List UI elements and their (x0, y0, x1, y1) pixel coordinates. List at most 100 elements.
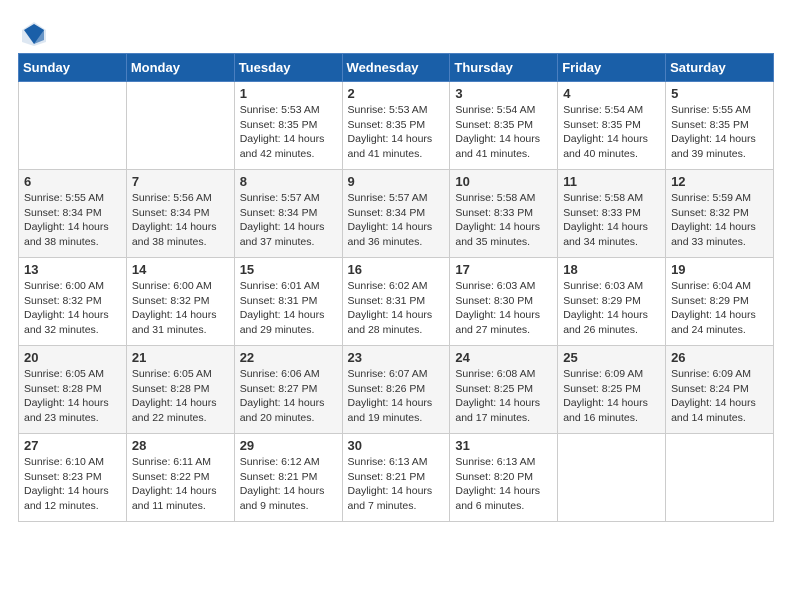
cell-day-number: 18 (563, 262, 660, 277)
calendar-cell: 13 Sunrise: 6:00 AMSunset: 8:32 PMDayligh… (19, 258, 127, 346)
calendar-cell: 26 Sunrise: 6:09 AMSunset: 8:24 PMDayligh… (666, 346, 774, 434)
cell-info: Sunrise: 6:00 AMSunset: 8:32 PMDaylight:… (132, 279, 229, 338)
cell-info: Sunrise: 6:05 AMSunset: 8:28 PMDaylight:… (132, 367, 229, 426)
cell-day-number: 16 (348, 262, 445, 277)
header (10, 10, 782, 53)
calendar-cell: 30 Sunrise: 6:13 AMSunset: 8:21 PMDayligh… (342, 434, 450, 522)
cell-info: Sunrise: 6:11 AMSunset: 8:22 PMDaylight:… (132, 455, 229, 514)
calendar-cell: 29Sunrise: 6:12 AMSunset: 8:21 PMDayligh… (234, 434, 342, 522)
cell-day-number: 4 (563, 86, 660, 101)
logo-icon (20, 20, 48, 48)
calendar-cell: 18 Sunrise: 6:03 AMSunset: 8:29 PMDayligh… (558, 258, 666, 346)
calendar-cell: 9Sunrise: 5:57 AMSunset: 8:34 PMDaylight… (342, 170, 450, 258)
cell-day-number: 11 (563, 174, 660, 189)
cell-day-number: 24 (455, 350, 552, 365)
weekday-header-wednesday: Wednesday (342, 54, 450, 82)
calendar-cell (558, 434, 666, 522)
calendar-week-1: 1 Sunrise: 5:53 AMSunset: 8:35 PMDaylight… (19, 82, 774, 170)
calendar-cell: 22Sunrise: 6:06 AMSunset: 8:27 PMDayligh… (234, 346, 342, 434)
cell-day-number: 20 (24, 350, 121, 365)
cell-info: Sunrise: 5:58 AMSunset: 8:33 PMDaylight:… (563, 191, 660, 250)
cell-info: Sunrise: 6:03 AMSunset: 8:30 PMDaylight:… (455, 279, 552, 338)
calendar-cell: 14Sunrise: 6:00 AMSunset: 8:32 PMDayligh… (126, 258, 234, 346)
weekday-header-tuesday: Tuesday (234, 54, 342, 82)
calendar-cell: 21 Sunrise: 6:05 AMSunset: 8:28 PMDayligh… (126, 346, 234, 434)
calendar-header: SundayMondayTuesdayWednesdayThursdayFrid… (19, 54, 774, 82)
calendar-week-5: 27Sunrise: 6:10 AMSunset: 8:23 PMDayligh… (19, 434, 774, 522)
cell-day-number: 1 (240, 86, 337, 101)
calendar-cell (666, 434, 774, 522)
cell-day-number: 23 (348, 350, 445, 365)
cell-day-number: 27 (24, 438, 121, 453)
cell-info: Sunrise: 6:06 AMSunset: 8:27 PMDaylight:… (240, 367, 337, 426)
cell-day-number: 21 (132, 350, 229, 365)
calendar-cell: 20 Sunrise: 6:05 AMSunset: 8:28 PMDayligh… (19, 346, 127, 434)
cell-day-number: 25 (563, 350, 660, 365)
cell-day-number: 9 (348, 174, 445, 189)
cell-day-number: 2 (348, 86, 445, 101)
cell-info: Sunrise: 5:54 AMSunset: 8:35 PMDaylight:… (563, 103, 660, 162)
cell-day-number: 30 (348, 438, 445, 453)
logo (20, 20, 52, 48)
calendar-cell: 16 Sunrise: 6:02 AMSunset: 8:31 PMDayligh… (342, 258, 450, 346)
cell-day-number: 19 (671, 262, 768, 277)
cell-day-number: 28 (132, 438, 229, 453)
weekday-header-sunday: Sunday (19, 54, 127, 82)
cell-info: Sunrise: 6:13 AMSunset: 8:21 PMDaylight:… (348, 455, 445, 514)
cell-info: Sunrise: 6:00 AMSunset: 8:32 PMDaylight:… (24, 279, 121, 338)
calendar-cell: 11 Sunrise: 5:58 AMSunset: 8:33 PMDayligh… (558, 170, 666, 258)
calendar-cell: 27Sunrise: 6:10 AMSunset: 8:23 PMDayligh… (19, 434, 127, 522)
calendar-cell: 4 Sunrise: 5:54 AMSunset: 8:35 PMDaylight… (558, 82, 666, 170)
calendar-cell: 12 Sunrise: 5:59 AMSunset: 8:32 PMDayligh… (666, 170, 774, 258)
calendar-body: 1 Sunrise: 5:53 AMSunset: 8:35 PMDaylight… (19, 82, 774, 522)
calendar-cell: 8 Sunrise: 5:57 AMSunset: 8:34 PMDaylight… (234, 170, 342, 258)
cell-info: Sunrise: 5:57 AMSunset: 8:34 PMDaylight:… (240, 191, 337, 250)
cell-day-number: 8 (240, 174, 337, 189)
cell-info: Sunrise: 6:04 AMSunset: 8:29 PMDaylight:… (671, 279, 768, 338)
cell-day-number: 7 (132, 174, 229, 189)
cell-day-number: 13 (24, 262, 121, 277)
calendar-cell: 19 Sunrise: 6:04 AMSunset: 8:29 PMDayligh… (666, 258, 774, 346)
calendar-cell (19, 82, 127, 170)
cell-info: Sunrise: 6:05 AMSunset: 8:28 PMDaylight:… (24, 367, 121, 426)
cell-info: Sunrise: 6:03 AMSunset: 8:29 PMDaylight:… (563, 279, 660, 338)
cell-info: Sunrise: 5:53 AMSunset: 8:35 PMDaylight:… (240, 103, 337, 162)
calendar-wrapper: SundayMondayTuesdayWednesdayThursdayFrid… (10, 53, 782, 530)
calendar-cell: 24 Sunrise: 6:08 AMSunset: 8:25 PMDayligh… (450, 346, 558, 434)
cell-info: Sunrise: 6:07 AMSunset: 8:26 PMDaylight:… (348, 367, 445, 426)
calendar-cell: 28 Sunrise: 6:11 AMSunset: 8:22 PMDayligh… (126, 434, 234, 522)
calendar-cell (126, 82, 234, 170)
calendar-cell: 3Sunrise: 5:54 AMSunset: 8:35 PMDaylight… (450, 82, 558, 170)
cell-day-number: 29 (240, 438, 337, 453)
cell-day-number: 26 (671, 350, 768, 365)
calendar-cell: 17 Sunrise: 6:03 AMSunset: 8:30 PMDayligh… (450, 258, 558, 346)
cell-info: Sunrise: 5:55 AMSunset: 8:34 PMDaylight:… (24, 191, 121, 250)
calendar-cell: 10Sunrise: 5:58 AMSunset: 8:33 PMDayligh… (450, 170, 558, 258)
calendar-week-3: 13 Sunrise: 6:00 AMSunset: 8:32 PMDayligh… (19, 258, 774, 346)
cell-info: Sunrise: 5:55 AMSunset: 8:35 PMDaylight:… (671, 103, 768, 162)
cell-info: Sunrise: 5:54 AMSunset: 8:35 PMDaylight:… (455, 103, 552, 162)
calendar-cell: 5 Sunrise: 5:55 AMSunset: 8:35 PMDaylight… (666, 82, 774, 170)
calendar-cell: 15Sunrise: 6:01 AMSunset: 8:31 PMDayligh… (234, 258, 342, 346)
calendar-week-4: 20 Sunrise: 6:05 AMSunset: 8:28 PMDayligh… (19, 346, 774, 434)
calendar-cell: 23 Sunrise: 6:07 AMSunset: 8:26 PMDayligh… (342, 346, 450, 434)
weekday-header-friday: Friday (558, 54, 666, 82)
calendar-cell: 1 Sunrise: 5:53 AMSunset: 8:35 PMDaylight… (234, 82, 342, 170)
cell-info: Sunrise: 5:53 AMSunset: 8:35 PMDaylight:… (348, 103, 445, 162)
calendar-cell: 7Sunrise: 5:56 AMSunset: 8:34 PMDaylight… (126, 170, 234, 258)
weekday-header-monday: Monday (126, 54, 234, 82)
cell-info: Sunrise: 6:08 AMSunset: 8:25 PMDaylight:… (455, 367, 552, 426)
calendar-cell: 6Sunrise: 5:55 AMSunset: 8:34 PMDaylight… (19, 170, 127, 258)
cell-info: Sunrise: 6:09 AMSunset: 8:24 PMDaylight:… (671, 367, 768, 426)
cell-info: Sunrise: 6:09 AMSunset: 8:25 PMDaylight:… (563, 367, 660, 426)
weekday-row: SundayMondayTuesdayWednesdayThursdayFrid… (19, 54, 774, 82)
cell-info: Sunrise: 5:59 AMSunset: 8:32 PMDaylight:… (671, 191, 768, 250)
calendar-cell: 2 Sunrise: 5:53 AMSunset: 8:35 PMDaylight… (342, 82, 450, 170)
cell-info: Sunrise: 6:13 AMSunset: 8:20 PMDaylight:… (455, 455, 552, 514)
cell-day-number: 5 (671, 86, 768, 101)
calendar-table: SundayMondayTuesdayWednesdayThursdayFrid… (18, 53, 774, 522)
cell-day-number: 17 (455, 262, 552, 277)
cell-info: Sunrise: 6:01 AMSunset: 8:31 PMDaylight:… (240, 279, 337, 338)
cell-day-number: 12 (671, 174, 768, 189)
cell-info: Sunrise: 6:02 AMSunset: 8:31 PMDaylight:… (348, 279, 445, 338)
